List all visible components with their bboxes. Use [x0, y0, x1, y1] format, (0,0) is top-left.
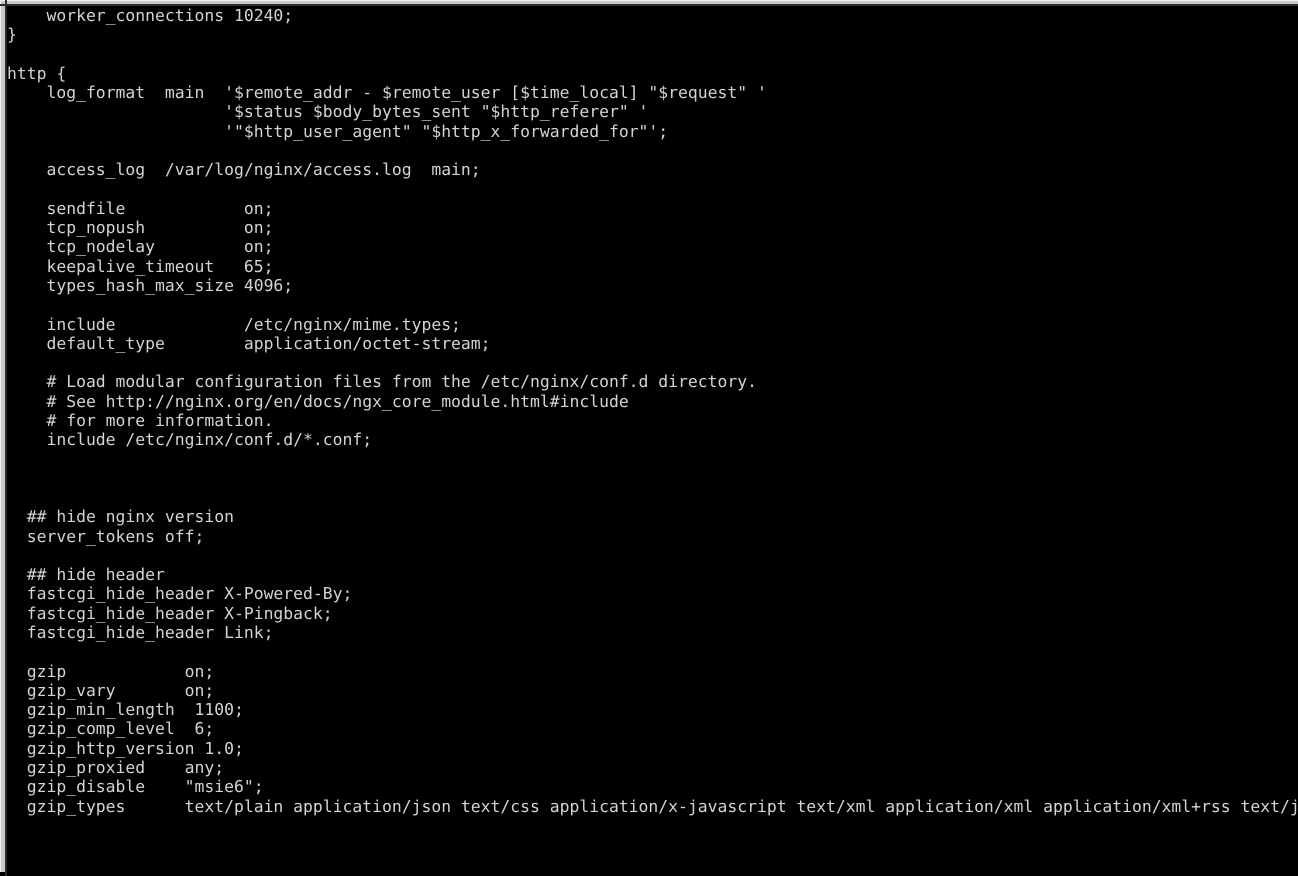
terminal-text-buffer[interactable]: worker_connections 10240; } http { log_f…: [7, 6, 1298, 816]
window-chrome-highlight-top: [0, 0, 1298, 1]
window-chrome-highlight-left: [0, 0, 1, 872]
terminal-screen[interactable]: worker_connections 10240; } http { log_f…: [7, 6, 1298, 872]
terminal-window[interactable]: worker_connections 10240; } http { log_f…: [0, 0, 1298, 876]
